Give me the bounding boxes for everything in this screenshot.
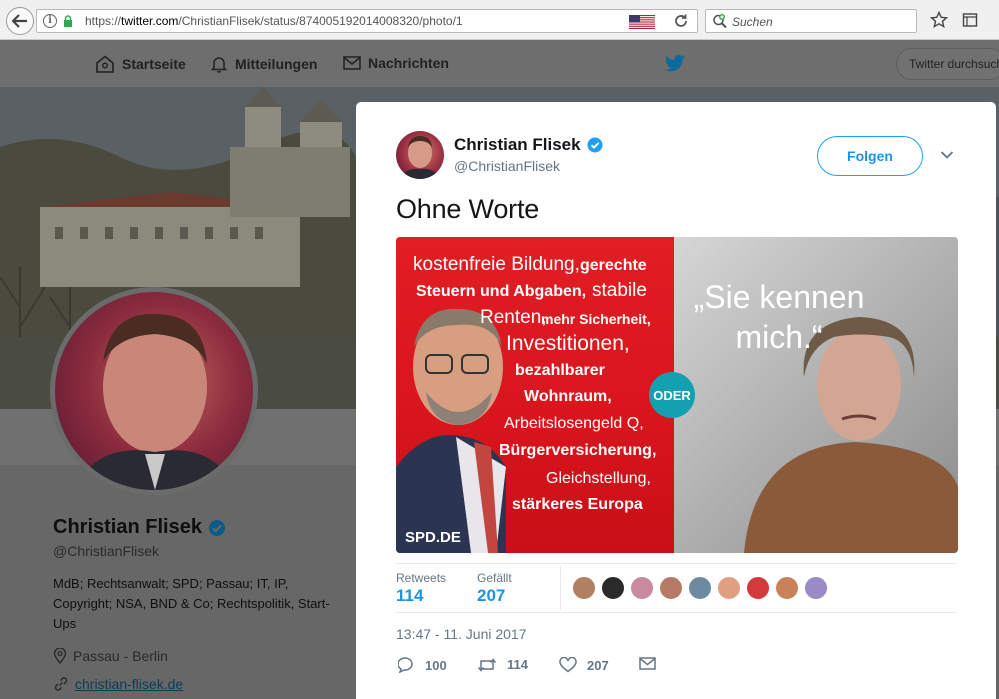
- direct-message-button[interactable]: [639, 657, 656, 670]
- profile-website[interactable]: christian-flisek.de: [53, 676, 183, 692]
- reload-icon[interactable]: [673, 13, 689, 29]
- url-text: https://twitter.com/ChristianFlisek/stat…: [85, 14, 463, 28]
- nav-notifications[interactable]: Mitteilungen: [210, 55, 317, 73]
- nav-home-label: Startseite: [122, 56, 186, 72]
- ad-line: bezahlbarer: [515, 362, 605, 379]
- author-name-text: Christian Flisek: [454, 135, 581, 154]
- retweets-count[interactable]: 114: [396, 586, 423, 606]
- retweet-icon: [477, 657, 497, 672]
- chevron-down-icon[interactable]: [940, 150, 954, 160]
- like-button[interactable]: 207: [559, 657, 609, 673]
- link-icon: [54, 677, 68, 691]
- cdu-ad-panel: „Sie kennen mich.“: [674, 237, 958, 553]
- profile-website-link[interactable]: christian-flisek.de: [75, 676, 183, 692]
- liker-avatar[interactable]: [601, 576, 625, 600]
- ad-line: kostenfreie Bildung,: [413, 254, 580, 275]
- author-avatar-image: [400, 136, 440, 179]
- url-bar[interactable]: i https://twitter.com/ChristianFlisek/st…: [36, 9, 698, 33]
- twitter-search-input[interactable]: Twitter durchsuchen: [896, 48, 999, 80]
- location-pin-icon: [53, 648, 67, 664]
- heart-icon: [559, 657, 577, 673]
- tweet-stats: Retweets 114 Gefällt 207: [396, 563, 956, 613]
- retweets-label: Retweets: [396, 571, 447, 585]
- liker-avatar[interactable]: [746, 576, 770, 600]
- liker-avatar[interactable]: [804, 576, 828, 600]
- tweet-image[interactable]: kostenfreie Bildung, gerechte Steuern un…: [396, 237, 958, 553]
- ad-line: Wohnraum,: [524, 388, 612, 405]
- lock-icon: [64, 15, 72, 27]
- ad-line: Renten,: [480, 307, 547, 328]
- liker-avatar[interactable]: [659, 576, 683, 600]
- stats-divider: [560, 566, 561, 610]
- liker-avatar[interactable]: [630, 576, 654, 600]
- profile-name[interactable]: Christian Flisek: [53, 516, 226, 539]
- like-count: 207: [587, 657, 609, 673]
- ad-line: Steuern und Abgaben,: [416, 283, 587, 300]
- liker-avatar[interactable]: [688, 576, 712, 600]
- browser-toolbar: i https://twitter.com/ChristianFlisek/st…: [0, 0, 999, 40]
- verified-badge-icon: [587, 137, 603, 153]
- ad-line: stärkeres Europa: [512, 496, 643, 513]
- twitter-search-placeholder: Twitter durchsuchen: [909, 57, 999, 71]
- profile-name-text: Christian Flisek: [53, 516, 202, 538]
- home-icon: [96, 55, 114, 73]
- tweet-timestamp[interactable]: 13:47 - 11. Juni 2017: [396, 626, 527, 642]
- liker-avatar[interactable]: [572, 576, 596, 600]
- envelope-icon: [639, 657, 656, 670]
- twitter-bird-icon[interactable]: [664, 54, 686, 74]
- profile-location: Passau - Berlin: [53, 648, 168, 664]
- browser-search-input[interactable]: Suchen: [705, 9, 917, 33]
- back-button[interactable]: [6, 7, 34, 35]
- reading-list-icon[interactable]: [962, 12, 978, 28]
- likes-label: Gefällt: [477, 571, 512, 585]
- nav-notifications-label: Mitteilungen: [235, 56, 318, 72]
- twitter-nav-bar: Startseite Mitteilungen Nachrichten Twit…: [0, 41, 999, 87]
- oder-badge: ODER: [649, 372, 695, 418]
- profile-location-text: Passau - Berlin: [73, 648, 168, 664]
- follow-button[interactable]: Folgen: [817, 136, 923, 176]
- nav-messages-label: Nachrichten: [368, 55, 449, 71]
- us-flag-icon[interactable]: [629, 15, 655, 29]
- ad-line: stabile: [592, 280, 647, 301]
- retweet-button[interactable]: 114: [477, 657, 528, 672]
- reply-count: 100: [425, 657, 447, 673]
- profile-bio: MdB; Rechtsanwalt; SPD; Passau; IT, IP, …: [53, 576, 330, 631]
- verified-badge-icon: [208, 519, 225, 536]
- spd-ad-panel: kostenfreie Bildung, gerechte Steuern un…: [396, 237, 674, 553]
- profile-avatar-image: [75, 313, 235, 490]
- ad-line: Arbeitslosengeld Q,: [504, 415, 644, 432]
- spd-label: SPD.DE: [405, 529, 461, 546]
- ad-line: Investitionen,: [506, 332, 630, 355]
- search-icon: [713, 14, 727, 29]
- reply-icon: [398, 657, 413, 673]
- profile-handle[interactable]: @ChristianFlisek: [53, 543, 159, 559]
- tweet-text: Ohne Worte: [396, 194, 540, 224]
- tweet-modal: Christian Flisek @ChristianFlisek Folgen…: [356, 102, 996, 699]
- liker-avatar[interactable]: [717, 576, 741, 600]
- arrow-left-icon: [12, 14, 27, 28]
- ad-line: Bürgerversicherung,: [499, 442, 657, 459]
- author-name[interactable]: Christian Flisek: [454, 135, 603, 155]
- ad-line: mehr Sicherheit,: [541, 311, 651, 327]
- envelope-icon: [343, 56, 361, 70]
- ad-line: gerechte: [580, 257, 647, 274]
- bell-icon: [210, 57, 228, 73]
- retweet-count: 114: [507, 657, 528, 672]
- quote-text: „Sie kennen mich.“: [693, 279, 865, 355]
- bookmark-star-icon[interactable]: [930, 11, 948, 29]
- profile-avatar[interactable]: [50, 287, 258, 495]
- browser-search-placeholder: Suchen: [732, 15, 773, 29]
- tweet-actions: 100 114 207: [396, 657, 696, 681]
- nav-home[interactable]: Startseite: [95, 55, 186, 73]
- likes-count[interactable]: 207: [477, 586, 505, 606]
- nav-messages[interactable]: Nachrichten: [343, 55, 449, 71]
- ad-line: Gleichstellung,: [546, 470, 651, 487]
- author-avatar[interactable]: [396, 131, 444, 179]
- reply-button[interactable]: 100: [398, 657, 447, 673]
- liker-avatar[interactable]: [775, 576, 799, 600]
- author-handle[interactable]: @ChristianFlisek: [454, 158, 560, 174]
- info-icon[interactable]: i: [43, 14, 57, 28]
